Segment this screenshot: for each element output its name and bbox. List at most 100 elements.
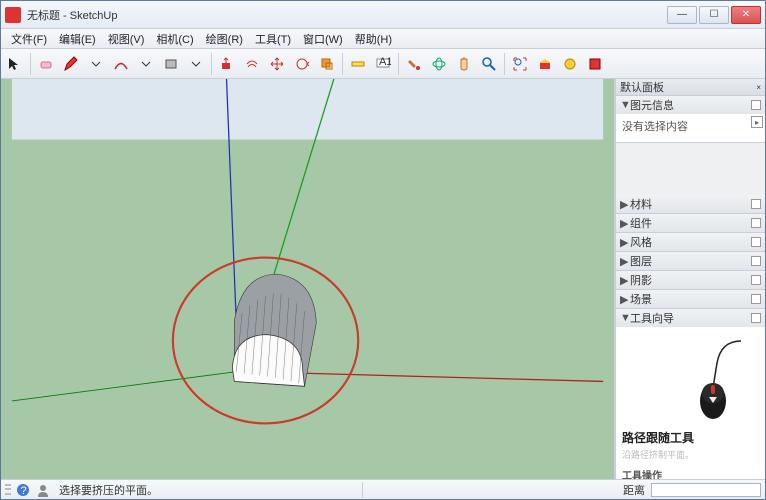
panel-close-icon[interactable] <box>751 199 761 209</box>
collapse-icon: ▶ <box>620 255 628 268</box>
rect-tool[interactable] <box>159 52 183 76</box>
panel-label: 风格 <box>630 234 652 250</box>
statusbar: ? 选择要挤压的平面。 距离 <box>1 479 765 499</box>
panel-scenes: ▶场景 <box>616 290 765 309</box>
tape-tool[interactable] <box>346 52 370 76</box>
separator <box>342 53 343 75</box>
scale-tool[interactable] <box>315 52 339 76</box>
text-tool[interactable]: A1 <box>371 52 395 76</box>
pushpull-tool[interactable] <box>215 52 239 76</box>
panel-close-icon[interactable] <box>751 256 761 266</box>
user-icon[interactable] <box>35 482 51 498</box>
instructor-image <box>631 333 751 423</box>
instructor-section: 工具操作 <box>622 467 759 479</box>
paint-tool[interactable] <box>402 52 426 76</box>
panel-close-icon[interactable] <box>751 275 761 285</box>
panel-label: 图元信息 <box>630 97 674 113</box>
detail-toggle-icon[interactable]: ▸ <box>751 116 763 128</box>
instructor-title: 路径跟随工具 <box>622 429 759 446</box>
arc-tool[interactable] <box>109 52 133 76</box>
zoom-tool[interactable] <box>477 52 501 76</box>
rect-dropdown[interactable] <box>184 52 208 76</box>
eraser-tool[interactable] <box>34 52 58 76</box>
warehouse-tool[interactable] <box>533 52 557 76</box>
status-prompt: 选择要挤压的平面。 <box>59 482 158 498</box>
menu-draw[interactable]: 绘图(R) <box>200 29 249 49</box>
grip-icon[interactable] <box>5 483 11 497</box>
menu-camera[interactable]: 相机(C) <box>150 29 199 49</box>
tray-close-icon[interactable]: × <box>756 83 761 92</box>
window-title: 无标题 - SketchUp <box>27 7 667 23</box>
panel-entity-info-head[interactable]: ▼ 图元信息 <box>616 96 765 114</box>
pencil-tool[interactable] <box>59 52 83 76</box>
zoom-extents-tool[interactable] <box>508 52 532 76</box>
panel-close-icon[interactable] <box>751 313 761 323</box>
instructor-subtitle: 沿路径挤制平面。 <box>622 448 759 461</box>
maximize-button[interactable]: ☐ <box>699 6 729 24</box>
tray: 默认面板 × ▼ 图元信息 没有选择内容 ▸ <box>615 79 765 479</box>
tray-spacer <box>616 143 765 195</box>
offset-tool[interactable] <box>240 52 264 76</box>
panel-styles-head[interactable]: ▶风格 <box>616 233 765 251</box>
panel-components: ▶组件 <box>616 214 765 233</box>
panel-entity-info-body: 没有选择内容 ▸ <box>616 114 765 142</box>
expand-icon: ▼ <box>620 312 628 324</box>
titlebar[interactable]: 无标题 - SketchUp — ☐ ✕ <box>1 1 765 29</box>
rotate-tool[interactable] <box>290 52 314 76</box>
panel-instructor-head[interactable]: ▼工具向导 <box>616 309 765 327</box>
collapse-icon: ▶ <box>620 236 628 249</box>
menubar: 文件(F) 编辑(E) 视图(V) 相机(C) 绘图(R) 工具(T) 窗口(W… <box>1 29 765 49</box>
menu-file[interactable]: 文件(F) <box>5 29 53 49</box>
measurement-input[interactable] <box>651 483 761 497</box>
expand-icon: ▼ <box>620 99 628 111</box>
toolbar: A1 <box>1 49 765 79</box>
minimize-button[interactable]: — <box>667 6 697 24</box>
collapse-icon: ▶ <box>620 217 628 230</box>
separator <box>504 53 505 75</box>
separator <box>211 53 212 75</box>
entity-info-text: 没有选择内容 <box>622 121 688 133</box>
panel-close-icon[interactable] <box>751 100 761 110</box>
viewport[interactable] <box>1 79 615 479</box>
panel-styles: ▶风格 <box>616 233 765 252</box>
move-tool[interactable] <box>265 52 289 76</box>
panel-label: 阴影 <box>630 272 652 288</box>
extension-tool[interactable] <box>558 52 582 76</box>
close-button[interactable]: ✕ <box>731 6 761 24</box>
panel-instructor: ▼工具向导 路径跟随工具 沿路径挤制平面。 工具操作 <box>616 309 765 479</box>
panel-scenes-head[interactable]: ▶场景 <box>616 290 765 308</box>
separator <box>30 53 31 75</box>
arc-dropdown[interactable] <box>134 52 158 76</box>
layout-tool[interactable] <box>583 52 607 76</box>
panel-layers-head[interactable]: ▶图层 <box>616 252 765 270</box>
collapse-icon: ▶ <box>620 274 628 287</box>
line-dropdown[interactable] <box>84 52 108 76</box>
menu-view[interactable]: 视图(V) <box>102 29 151 49</box>
menu-edit[interactable]: 编辑(E) <box>53 29 102 49</box>
menu-help[interactable]: 帮助(H) <box>349 29 398 49</box>
panel-materials-head[interactable]: ▶材料 <box>616 195 765 213</box>
tray-title-label: 默认面板 <box>620 79 664 95</box>
tray-title[interactable]: 默认面板 × <box>616 79 765 96</box>
window-buttons: — ☐ ✕ <box>667 6 761 24</box>
panel-close-icon[interactable] <box>751 294 761 304</box>
pan-tool[interactable] <box>452 52 476 76</box>
panel-label: 场景 <box>630 291 652 307</box>
panel-materials: ▶材料 <box>616 195 765 214</box>
panel-close-icon[interactable] <box>751 218 761 228</box>
panel-components-head[interactable]: ▶组件 <box>616 214 765 232</box>
orbit-tool[interactable] <box>427 52 451 76</box>
menu-tools[interactable]: 工具(T) <box>249 29 297 49</box>
panel-label: 材料 <box>630 196 652 212</box>
menu-window[interactable]: 窗口(W) <box>297 29 349 49</box>
panel-label: 工具向导 <box>630 310 674 326</box>
separator <box>398 53 399 75</box>
select-tool[interactable] <box>3 52 27 76</box>
collapse-icon: ▶ <box>620 293 628 306</box>
panel-shadows-head[interactable]: ▶阴影 <box>616 271 765 289</box>
panel-label: 图层 <box>630 253 652 269</box>
panel-entity-info: ▼ 图元信息 没有选择内容 ▸ <box>616 96 765 143</box>
help-icon[interactable]: ? <box>15 482 31 498</box>
panel-close-icon[interactable] <box>751 237 761 247</box>
scene <box>1 79 614 479</box>
